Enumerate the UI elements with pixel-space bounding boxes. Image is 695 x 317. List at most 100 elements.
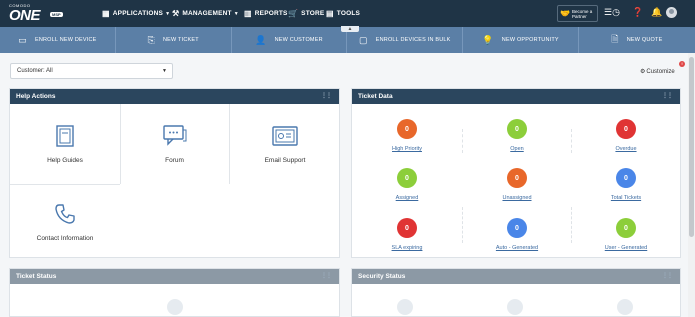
chevron-down-icon: ▼ [165, 10, 171, 17]
security-status-header: Security Status ⋮⋮ [352, 269, 680, 284]
ticket-status-header: Ticket Status ⋮⋮ [10, 269, 339, 284]
customize-button[interactable]: ⚙Customize [640, 68, 675, 75]
ticket-stat-overdue[interactable]: 0 Overdue [586, 119, 666, 152]
contact-information-link[interactable]: Contact Information [10, 203, 120, 242]
user-icon: 👤 [255, 34, 267, 45]
bell-icon[interactable]: 🔔 [651, 7, 662, 18]
enroll-devices-in-bulk-button[interactable]: ▢ ENROLL DEVICES IN BULK [347, 27, 464, 53]
ticket-stat-assigned[interactable]: 0 Assigned [367, 168, 447, 201]
drag-handle-icon[interactable]: ⋮⋮ [662, 272, 673, 279]
panel-title: Ticket Status [16, 273, 57, 280]
stat-label[interactable]: Auto - Generated [496, 245, 538, 251]
quick-action-label: NEW CUSTOMER [274, 37, 323, 43]
new-customer-button[interactable]: 👤 NEW CUSTOMER [232, 27, 348, 53]
divider [462, 207, 463, 243]
ticket-stat-user-generated[interactable]: 0 User - Generated [586, 218, 666, 251]
logo-big-text: ONE [9, 7, 41, 24]
collapse-quick-actions-tab[interactable]: ▲ [341, 26, 359, 32]
help-guides-link[interactable]: Help Guides [10, 125, 120, 164]
phone-icon [55, 204, 75, 224]
customer-select-value: Customer: All [17, 68, 53, 74]
lightbulb-icon: 💡 [482, 34, 494, 45]
stat-count: 0 [616, 218, 636, 238]
forum-link[interactable]: Forum [120, 125, 229, 164]
stat-label[interactable]: Unassigned [502, 195, 531, 201]
drag-handle-icon[interactable]: ⋮⋮ [662, 92, 673, 99]
scrollbar-thumb[interactable] [689, 57, 694, 237]
help-icon[interactable]: ❓ [632, 7, 643, 18]
enroll-new-device-button[interactable]: ▭ ENROLL NEW DEVICE [0, 27, 116, 53]
ticket-stat-open[interactable]: 0 Open [477, 119, 557, 152]
ticket-stat-sla-expiring[interactable]: 0 SLA expiring [367, 218, 447, 251]
quick-action-label: ENROLL NEW DEVICE [34, 37, 97, 43]
stat-label[interactable]: High Priority [392, 146, 422, 152]
divider [10, 184, 120, 185]
stat-count: 0 [507, 119, 527, 139]
panel-title: Ticket Data [358, 93, 393, 100]
gear-icon: ⚙ [640, 69, 646, 75]
ticket-status-panel: Ticket Status ⋮⋮ [9, 268, 340, 317]
help-item-label: Email Support [264, 157, 306, 164]
new-ticket-button[interactable]: ⎘ NEW TICKET [116, 27, 232, 53]
top-navigation-bar: COMODO ONE MSP ▦ APPLICATIONS ▼ ⚒ MANAGE… [0, 0, 695, 27]
comodo-one-logo[interactable]: COMODO ONE MSP [9, 3, 69, 24]
new-opportunity-button[interactable]: 💡 NEW OPPORTUNITY [463, 27, 579, 53]
nav-applications[interactable]: ▦ APPLICATIONS ▼ [102, 0, 170, 27]
loading-placeholder [507, 299, 523, 315]
stat-label[interactable]: User - Generated [605, 245, 648, 251]
ticket-icon: ⎘ [147, 34, 155, 45]
nav-management[interactable]: ⚒ MANAGEMENT ▼ [172, 0, 239, 27]
nav-applications-label: APPLICATIONS [112, 10, 164, 17]
ticket-stat-unassigned[interactable]: 0 Unassigned [477, 168, 557, 201]
stat-label[interactable]: Open [510, 146, 523, 152]
ticket-stat-total-tickets[interactable]: 0 Total Tickets [586, 168, 666, 201]
divider [571, 129, 572, 153]
toolbox-icon: ▤ [326, 9, 334, 18]
nav-tools[interactable]: ▤ TOOLS [326, 0, 360, 27]
customize-label: Customize [646, 69, 675, 75]
stat-label[interactable]: Overdue [615, 146, 636, 152]
book-icon [56, 125, 74, 147]
loading-placeholder [167, 299, 183, 315]
new-quote-button[interactable]: 🗎 NEW QUOTE [579, 27, 695, 53]
help-item-label: Forum [165, 157, 184, 164]
wrench-icon: ⚒ [172, 9, 180, 18]
quick-action-label: NEW TICKET [162, 37, 199, 43]
handshake-icon: 🤝 [560, 9, 570, 18]
loading-placeholder [397, 299, 413, 315]
document-icon: 🗎 [611, 34, 619, 44]
stat-count: 0 [397, 218, 417, 238]
avatar[interactable] [666, 7, 677, 18]
panel-title: Help Actions [16, 93, 56, 100]
nav-store-label: STORE [301, 10, 325, 17]
nav-store[interactable]: 🛒 STORE [288, 0, 324, 27]
ticket-stat-high-priority[interactable]: 0 High Priority [367, 119, 447, 152]
become-partner-button[interactable]: 🤝 Become a Partner [557, 5, 598, 22]
stat-count: 0 [397, 119, 417, 139]
nav-management-label: MANAGEMENT [182, 10, 232, 17]
help-item-label: Contact Information [36, 235, 94, 242]
drag-handle-icon[interactable]: ⋮⋮ [321, 272, 332, 279]
ticket-data-header: Ticket Data ⋮⋮ [352, 89, 680, 104]
grid-icon: ▦ [102, 9, 110, 18]
panel-title: Security Status [358, 273, 406, 280]
divider [462, 129, 463, 153]
help-actions-header: Help Actions ⋮⋮ [10, 89, 339, 104]
stat-count: 0 [507, 168, 527, 188]
drag-handle-icon[interactable]: ⋮⋮ [321, 92, 332, 99]
chevron-down-icon: ▼ [162, 68, 167, 74]
clock-icon[interactable]: ☰◷ [604, 7, 620, 18]
stat-label[interactable]: Assigned [396, 195, 419, 201]
stat-count: 0 [397, 168, 417, 188]
ticket-stat-auto-generated[interactable]: 0 Auto - Generated [477, 218, 557, 251]
chart-icon: ▥ [244, 9, 252, 18]
nav-reports[interactable]: ▥ REPORTS [244, 0, 288, 27]
divider [571, 207, 572, 243]
page-scrollbar[interactable] [688, 53, 695, 317]
email-support-link[interactable]: Email Support [229, 125, 341, 164]
customer-select[interactable]: Customer: All ▼ [10, 63, 173, 79]
folder-icon: ▢ [359, 34, 368, 45]
stat-label[interactable]: SLA expiring [392, 245, 423, 251]
stat-label[interactable]: Total Tickets [611, 195, 641, 201]
help-actions-panel: Help Actions ⋮⋮ Help Guides Forum Email … [9, 88, 340, 258]
